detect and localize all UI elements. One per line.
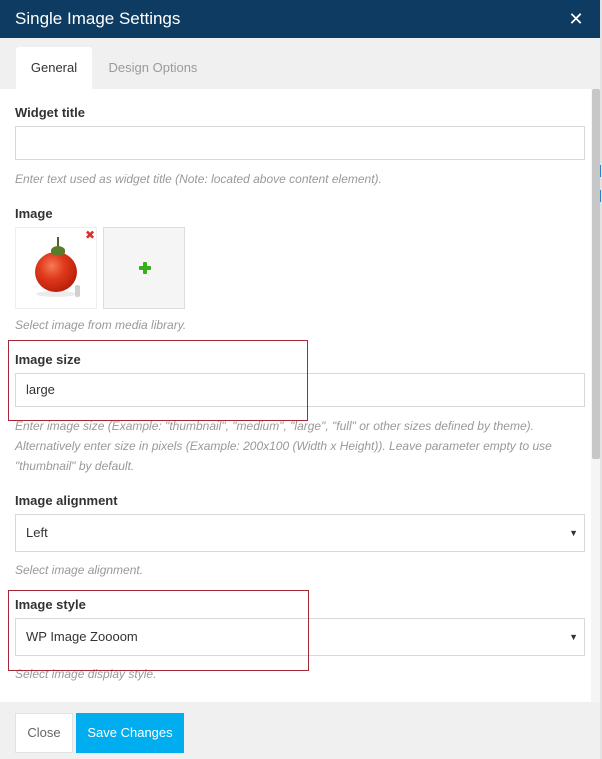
- widget-title-label: Widget title: [15, 105, 85, 120]
- scrollbar-thumb[interactable]: [592, 89, 600, 459]
- chevron-down-icon: ▼: [569, 528, 578, 538]
- settings-panel: Widget title Enter text used as widget t…: [0, 89, 600, 702]
- tomato-leaf-icon: [51, 246, 65, 255]
- tab-general[interactable]: General: [16, 47, 92, 89]
- tab-bar: General Design Options: [0, 38, 600, 89]
- highlight-box-image-size: [8, 340, 308, 421]
- tomato-image: [35, 252, 77, 292]
- image-alignment-help: Select image alignment.: [15, 563, 144, 577]
- image-label: Image: [15, 206, 53, 221]
- dialog-footer: Close Save Changes: [0, 702, 600, 759]
- image-alignment-select[interactable]: Left ▼: [15, 514, 585, 552]
- widget-title-help: Enter text used as widget title (Note: l…: [15, 172, 382, 186]
- image-alignment-label: Image alignment: [15, 493, 118, 508]
- save-changes-button[interactable]: Save Changes: [76, 713, 184, 753]
- image-alignment-value: Left: [26, 525, 48, 540]
- close-icon[interactable]: ✕: [567, 10, 585, 28]
- dialog-title: Single Image Settings: [15, 9, 181, 28]
- add-image-button[interactable]: [103, 227, 185, 309]
- image-size-help-line2: Alternatively enter size in pixels (Exam…: [15, 439, 552, 453]
- close-button[interactable]: Close: [15, 713, 73, 753]
- chevron-down-icon: ▼: [569, 632, 578, 642]
- highlight-box-image-style: [8, 590, 309, 671]
- widget-title-input[interactable]: [15, 126, 585, 160]
- dialog-titlebar: Single Image Settings ✕: [0, 0, 600, 38]
- tab-design-options[interactable]: Design Options: [98, 47, 208, 89]
- plus-icon: [138, 261, 152, 275]
- tiny-figure-icon: [75, 285, 80, 297]
- image-help: Select image from media library.: [15, 318, 187, 332]
- remove-image-icon[interactable]: ✖: [84, 229, 96, 241]
- image-size-help-line3: "thumbnail" by default.: [15, 459, 135, 473]
